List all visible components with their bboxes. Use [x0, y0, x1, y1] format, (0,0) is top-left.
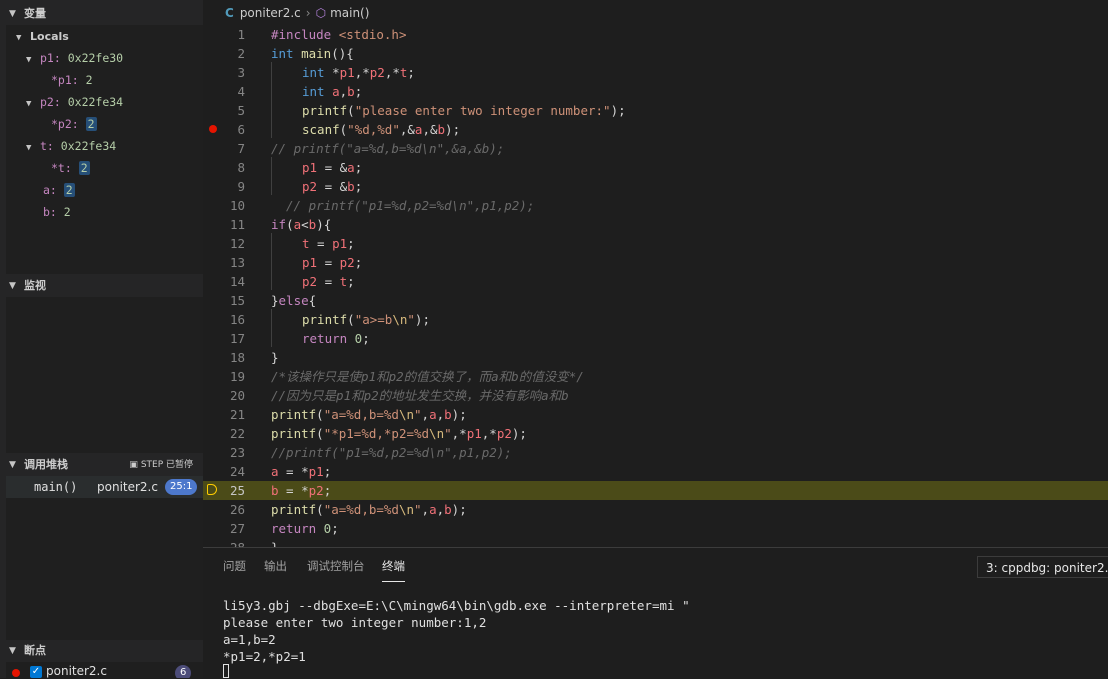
tab-terminal[interactable]: 终端	[382, 558, 405, 582]
locals-scope[interactable]: ▼ Locals	[16, 25, 69, 47]
frame-function: main()	[34, 480, 78, 494]
chevron-down-icon: ▼	[26, 143, 32, 153]
code-line-9[interactable]: 9 p2 = &b;	[203, 177, 1108, 196]
c-file-icon: C	[225, 6, 234, 20]
code-line-8[interactable]: 8 p1 = &a;	[203, 158, 1108, 177]
callstack-title: 调用堆栈	[24, 458, 68, 471]
variables-panel: ▼ Locals ▼ p1: 0x22fe30 *p1: 2 ▼ p2: 0x22fe…	[6, 25, 203, 274]
breakpoints-panel: ✓ poniter2.c 6	[6, 662, 203, 678]
variable-p1[interactable]: ▼ p1: 0x22fe30	[26, 47, 123, 69]
code-line-15[interactable]: 15}else{	[203, 291, 1108, 310]
chevron-down-icon: ▼	[9, 9, 16, 19]
chevron-down-icon: ▼	[26, 99, 32, 109]
thread-icon: ▣	[129, 460, 138, 470]
frame-file: poniter2.c	[97, 480, 158, 494]
code-line-7[interactable]: 7// printf("a=%d,b=%d\n",&a,&b);	[203, 139, 1108, 158]
watch-panel	[6, 297, 203, 453]
breakpoints-title: 断点	[24, 644, 46, 657]
code-line-13[interactable]: 13 p1 = p2;	[203, 253, 1108, 272]
tab-debug-console[interactable]: 调试控制台	[307, 558, 365, 574]
code-line-3[interactable]: 3 int *p1,*p2,*t;	[203, 63, 1108, 82]
breadcrumb: Cponiter2.c › ⬡ main()	[225, 6, 369, 24]
variable-t[interactable]: ▼ t: 0x22fe34	[26, 135, 116, 157]
variables-title: 变量	[24, 7, 46, 20]
breakpoint-file: poniter2.c	[46, 664, 107, 678]
terminal-line: please enter two integer number:1,2	[223, 615, 487, 630]
code-line-18[interactable]: 18}	[203, 348, 1108, 367]
breakpoint-item[interactable]: ✓ poniter2.c 6	[6, 662, 203, 678]
terminal-cursor[interactable]	[223, 664, 229, 678]
code-line-23[interactable]: 23//printf("p1=%d,p2=%d\n",p1,p2);	[203, 443, 1108, 462]
breakpoint-checkbox[interactable]: ✓	[30, 666, 42, 678]
code-line-2[interactable]: 2 int main(){	[203, 44, 1108, 63]
tab-output[interactable]: 输出	[264, 558, 287, 574]
code-line-14[interactable]: 14 p2 = t;	[203, 272, 1108, 291]
code-line-26[interactable]: 26 printf("a=%d,b=%d\n",a,b);	[203, 500, 1108, 519]
variable-deref-p1[interactable]: *p1: 2	[51, 69, 93, 91]
breadcrumb-symbol[interactable]: main()	[330, 6, 369, 20]
code-line-27[interactable]: 27 return 0;	[203, 519, 1108, 538]
variable-deref-p2[interactable]: *p2: 2	[51, 113, 97, 135]
callstack-section-header[interactable]: ▼ 调用堆栈 ▣ STEP 已暂停	[0, 454, 203, 476]
code-line-21[interactable]: 21 printf("a=%d,b=%d\n",a,b);	[203, 405, 1108, 424]
chevron-down-icon: ▼	[9, 281, 16, 291]
breakpoint-count-badge: 6	[175, 665, 192, 678]
breadcrumb-file[interactable]: poniter2.c	[240, 6, 301, 20]
breakpoint-dot-icon	[12, 669, 20, 677]
chevron-down-icon: ▼	[9, 646, 16, 656]
code-line-11[interactable]: 11 if(a<b){	[203, 215, 1108, 234]
chevron-down-icon: ▼	[16, 33, 22, 43]
terminal-line: a=1,b=2	[223, 632, 276, 647]
code-line-28[interactable]: 28}	[203, 538, 1108, 547]
code-line-10[interactable]: 10// printf("p1=%d,p2=%d\n",p1,p2);	[203, 196, 1108, 215]
variable-a[interactable]: a: 2	[43, 179, 75, 201]
variable-deref-t[interactable]: *t: 2	[51, 157, 90, 179]
code-line-4[interactable]: 4 int a,b;	[203, 82, 1108, 101]
bottom-panel: 问题 输出 调试控制台 终端 3: cppdbg: poniter2.e li5…	[203, 547, 1108, 679]
code-line-22[interactable]: 22 printf("*p1=%d,*p2=%d\n",*p1,*p2);	[203, 424, 1108, 443]
watch-title: 监视	[24, 279, 46, 292]
variable-b[interactable]: b: 2	[43, 201, 71, 223]
chevron-right-icon: ›	[305, 6, 311, 20]
code-line-5[interactable]: 5 printf("please enter two integer number…	[203, 101, 1108, 120]
code-line-16[interactable]: 16 printf("a>=b\n");	[203, 310, 1108, 329]
code-line-24[interactable]: 24 a = *p1;	[203, 462, 1108, 481]
callstack-status: ▣ STEP 已暂停	[129, 460, 193, 470]
code-line-20[interactable]: 20//因为只是p1和p2的地址发生交换，并没有影响a和b	[203, 386, 1108, 405]
code-line-19[interactable]: 19/*该操作只是使p1和p2的值交换了，而a和b的值没变*/	[203, 367, 1108, 386]
terminal-line: *p1=2,*p2=1	[223, 649, 306, 664]
code-line-17[interactable]: 17 return 0;	[203, 329, 1108, 348]
watch-section-header[interactable]: ▼ 监视	[0, 275, 203, 297]
code-line-1[interactable]: 1 #include <stdio.h>	[203, 25, 1108, 44]
terminal-line: li5y3.gbj --dbgExe=E:\C\mingw64\bin\gdb.…	[223, 598, 690, 613]
frame-position-badge: 25:1	[165, 479, 198, 495]
code-line-25-current[interactable]: 25 b = *p2;	[203, 481, 1108, 500]
code-line-6[interactable]: 6 scanf("%d,%d",&a,&b);	[203, 120, 1108, 139]
variable-p2[interactable]: ▼ p2: 0x22fe34	[26, 91, 123, 113]
tab-problems[interactable]: 问题	[223, 558, 246, 574]
callstack-panel: main() poniter2.c 25:1	[6, 476, 203, 640]
chevron-down-icon: ▼	[26, 55, 32, 65]
chevron-down-icon: ▼	[9, 460, 16, 470]
code-line-12[interactable]: 12 t = p1;	[203, 234, 1108, 253]
debug-sidebar: ▼ 变量 ▼ Locals ▼ p1: 0x22fe30 *p1: 2 ▼ p2: 0…	[0, 0, 203, 678]
method-icon: ⬡	[315, 6, 327, 20]
terminal-select[interactable]: 3: cppdbg: poniter2.e	[977, 556, 1108, 578]
variables-section-header[interactable]: ▼ 变量	[0, 3, 203, 25]
breakpoints-section-header[interactable]: ▼ 断点	[0, 640, 203, 662]
code-editor[interactable]: Cponiter2.c › ⬡ main() 1 #include <stdio.h> …	[203, 0, 1108, 547]
stack-frame[interactable]: main() poniter2.c 25:1	[6, 476, 203, 498]
